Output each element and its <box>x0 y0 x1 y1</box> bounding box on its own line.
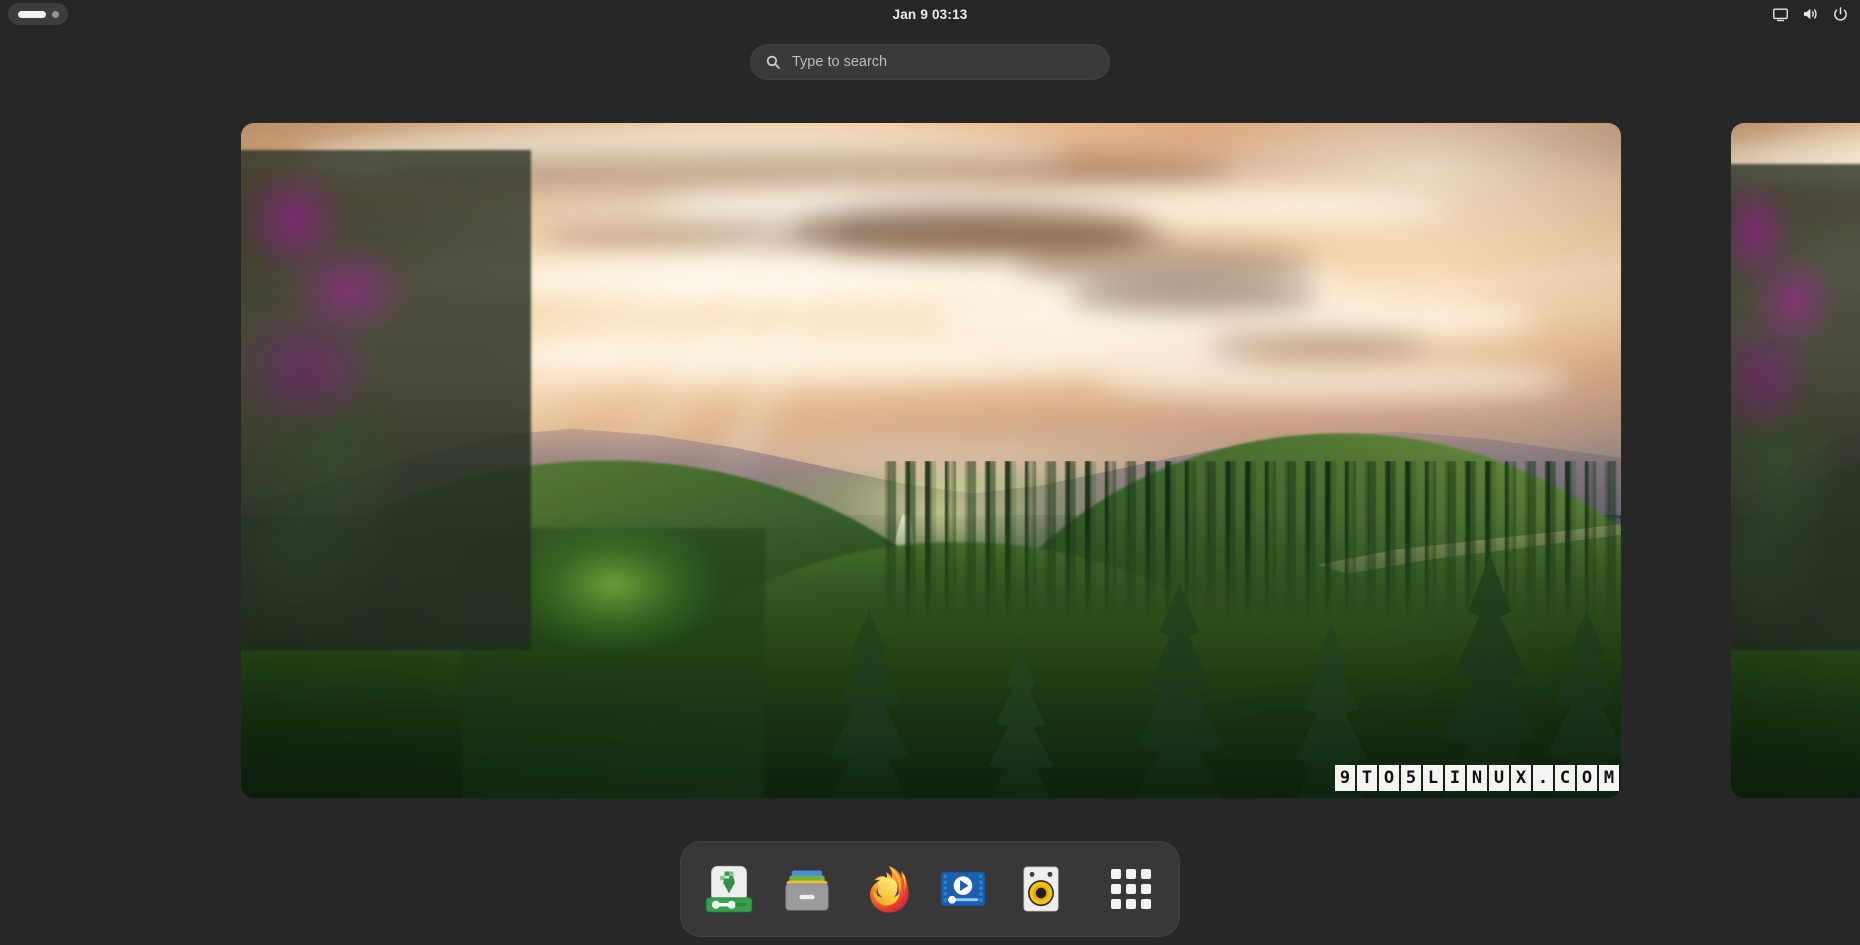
app-grid-icon <box>1111 869 1151 909</box>
search-area: Type to search <box>0 44 1860 80</box>
clock-label[interactable]: Jan 9 03:13 <box>893 7 968 22</box>
top-bar: Jan 9 03:13 <box>0 0 1860 28</box>
dock-item-software[interactable] <box>695 855 763 923</box>
watermark-char: M <box>1599 765 1619 791</box>
watermark-char: O <box>1577 765 1597 791</box>
search-input[interactable]: Type to search <box>750 44 1110 80</box>
watermark-char: 9 <box>1335 765 1355 791</box>
dash <box>0 841 1860 937</box>
watermark-char: C <box>1555 765 1575 791</box>
search-placeholder: Type to search <box>792 54 888 70</box>
watermark-char: I <box>1445 765 1465 791</box>
wallpaper-mountain-valley-sunset <box>241 123 1621 798</box>
workspace-strip: 9TO5LINUX.COM <box>0 123 1860 798</box>
dash-container <box>680 841 1180 937</box>
watermark-char: 5 <box>1401 765 1421 791</box>
workspace-switcher[interactable] <box>8 3 68 25</box>
watermark-char: X <box>1511 765 1531 791</box>
power-icon[interactable] <box>1826 0 1854 28</box>
dock-item-show-apps[interactable] <box>1097 855 1165 923</box>
wallpaper-vignette <box>1731 123 1860 798</box>
workspace-1[interactable]: 9TO5LINUX.COM <box>241 123 1621 798</box>
watermark: 9TO5LINUX.COM <box>1335 765 1619 791</box>
workspace-active-indicator <box>17 10 46 18</box>
wallpaper-mountain-valley-sunset-2 <box>1731 123 1860 798</box>
watermark-char: O <box>1379 765 1399 791</box>
search-icon <box>765 54 781 70</box>
watermark-char: T <box>1357 765 1377 791</box>
watermark-char: N <box>1467 765 1487 791</box>
clock-area: Jan 9 03:13 <box>0 0 1860 28</box>
dock-item-rhythmbox[interactable] <box>1007 855 1075 923</box>
volume-icon[interactable] <box>1796 0 1824 28</box>
workspace-2[interactable] <box>1731 123 1860 798</box>
watermark-char: . <box>1533 765 1553 791</box>
dock-item-firefox[interactable] <box>851 855 919 923</box>
dock-item-files[interactable] <box>773 855 841 923</box>
workspace-inactive-indicator <box>51 10 59 18</box>
watermark-char: L <box>1423 765 1443 791</box>
watermark-char: U <box>1489 765 1509 791</box>
dock-item-videos[interactable] <box>929 855 997 923</box>
wallpaper-vignette <box>241 123 1621 798</box>
system-tray <box>1766 0 1854 28</box>
display-icon[interactable] <box>1766 0 1794 28</box>
